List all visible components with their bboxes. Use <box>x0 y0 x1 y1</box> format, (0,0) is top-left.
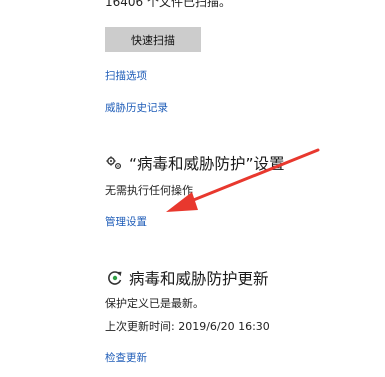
last-update-time: 上次更新时间: 2019/6/20 16:30 <box>105 320 270 333</box>
threat-history-link[interactable]: 威胁历史记录 <box>105 100 168 115</box>
protection-updates-status: 保护定义已是最新。 <box>105 297 204 310</box>
settings-gears-icon <box>105 154 125 172</box>
protection-settings-heading: “病毒和威胁防护”设置 <box>105 152 285 174</box>
quick-scan-button[interactable]: 快速扫描 <box>105 27 201 52</box>
scan-status-text: 16406 个文件已扫描。 <box>105 0 231 9</box>
virus-threat-protection-page: 16406 个文件已扫描。 快速扫描 扫描选项 威胁历史记录 “病毒和威胁防护”… <box>0 0 385 377</box>
protection-settings-status: 无需执行任何操作 <box>105 184 193 197</box>
protection-updates-title: 病毒和威胁防护更新 <box>129 270 269 288</box>
refresh-icon <box>105 269 125 287</box>
protection-settings-title: “病毒和威胁防护”设置 <box>129 155 285 173</box>
protection-updates-heading: 病毒和威胁防护更新 <box>105 267 269 289</box>
scan-options-link[interactable]: 扫描选项 <box>105 68 147 83</box>
manage-settings-link[interactable]: 管理设置 <box>105 214 147 229</box>
check-updates-link[interactable]: 检查更新 <box>105 350 147 365</box>
